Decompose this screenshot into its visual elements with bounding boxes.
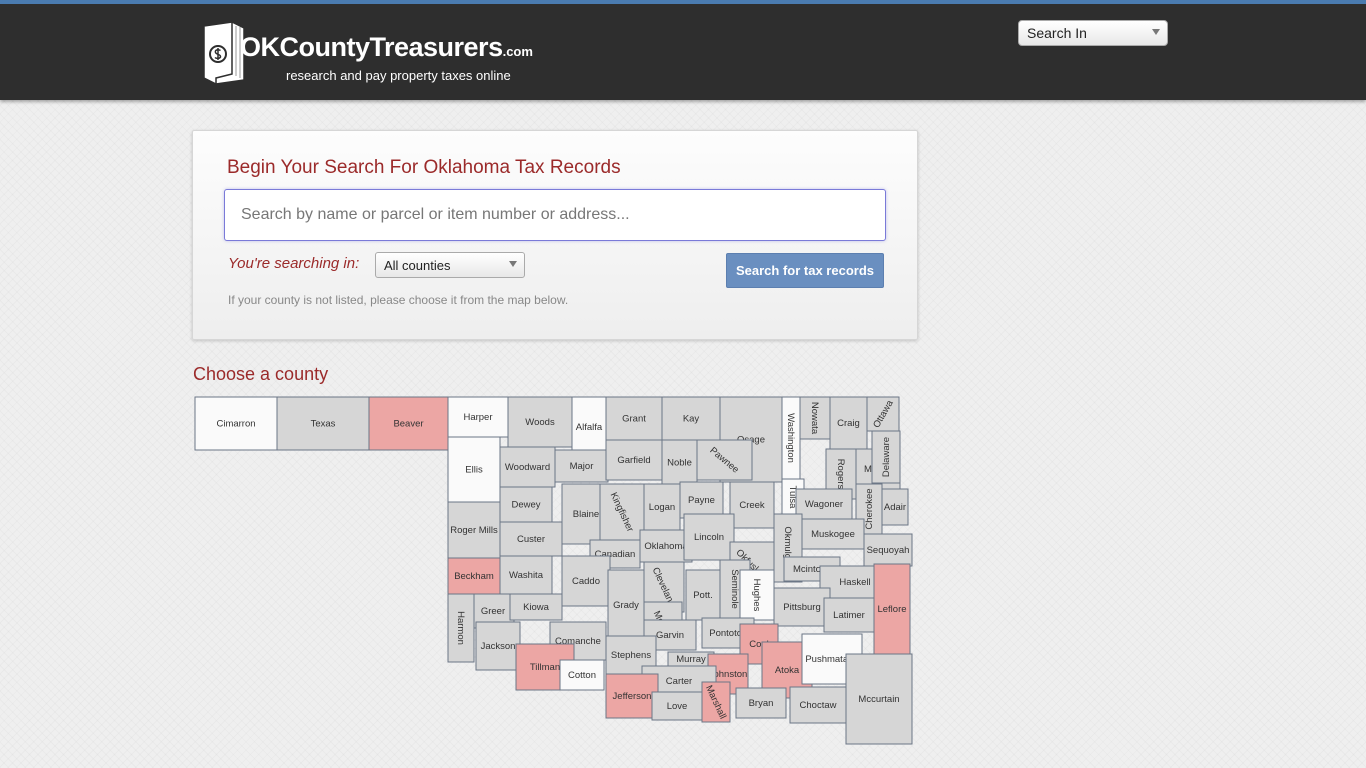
searching-in-label: You're searching in: (228, 255, 360, 272)
county-label: Seminole (729, 569, 740, 609)
county-label: Grant (622, 414, 646, 425)
county-label: Cotton (568, 670, 596, 681)
county-label: Caddo (572, 576, 600, 587)
county-label: Garvin (656, 630, 684, 641)
county-hint: If your county is not listed, please cho… (228, 293, 569, 307)
county-label: Kiowa (523, 602, 550, 613)
county-label: Leflore (877, 604, 906, 615)
caret-down-icon (1152, 29, 1160, 35)
county-label: Pott. (693, 590, 713, 601)
search-button[interactable]: Search for tax records (726, 253, 884, 288)
county-label: Latimer (833, 610, 865, 621)
county-map-svg: Cimarron Texas Beaver Harper Woods Alfalfa Gra… (194, 396, 913, 745)
county-label: Dewey (511, 500, 540, 511)
county-label: Washington (785, 413, 796, 463)
site-logo[interactable]: OKCountyTreasurers.com research and pay … (202, 16, 533, 88)
county-label: Beckham (454, 571, 494, 582)
oklahoma-county-map: Cimarron Texas Beaver Harper Woods Alfalfa Gra… (190, 392, 920, 757)
county-label: Haskell (839, 577, 870, 588)
county-label: Woods (525, 417, 555, 428)
county-label: Custer (517, 534, 545, 545)
county-label: Adair (884, 502, 906, 513)
county-label: Beaver (393, 419, 423, 430)
county-label: Logan (649, 502, 675, 513)
county-label: Alfalfa (576, 422, 603, 433)
county-label: Wagoner (805, 499, 843, 510)
county-label: Major (570, 461, 594, 472)
search-title: Begin Your Search For Oklahoma Tax Recor… (227, 157, 621, 178)
county-label: Choctaw (800, 700, 837, 711)
county-label: Lincoln (694, 532, 724, 543)
county-label: Rogers (835, 459, 846, 490)
county-label: Cherokee (864, 488, 875, 529)
county-label: Kay (683, 414, 700, 425)
caret-down-icon (509, 261, 517, 267)
search-in-dropdown[interactable]: Search In (1018, 20, 1168, 46)
county-label: Sequoyah (867, 545, 910, 556)
county-label: Ellis (465, 465, 483, 476)
county-label: Harmon (455, 611, 466, 645)
county-label: Garfield (617, 455, 650, 466)
county-label: Creek (739, 500, 765, 511)
search-input[interactable] (224, 189, 886, 241)
county-label: Jefferson (613, 691, 652, 702)
county-label: Blaine (573, 509, 599, 520)
county-label: Mccurtain (858, 694, 899, 705)
county-label: Muskogee (811, 529, 855, 540)
county-label: Greer (481, 606, 505, 617)
logo-tagline: research and pay property taxes online (286, 68, 511, 83)
county-label: Grady (613, 600, 639, 611)
county-label: Roger Mills (450, 525, 498, 536)
county-label: Jackson (481, 641, 516, 652)
county-label: Woodward (505, 462, 550, 473)
county-select[interactable]: All counties (375, 252, 525, 278)
county-label: Craig (837, 418, 860, 429)
county-label: Texas (311, 419, 336, 430)
search-panel: Begin Your Search For Oklahoma Tax Recor… (192, 130, 918, 340)
top-header: OKCountyTreasurers.com research and pay … (0, 0, 1366, 100)
county-label: Delaware (881, 437, 892, 477)
search-in-label: Search In (1027, 25, 1087, 41)
county-label: Cimarron (216, 419, 255, 430)
county-label: Stephens (611, 650, 651, 661)
county-label: Noble (667, 458, 692, 469)
county-label: Harper (463, 412, 492, 423)
county-select-value: All counties (384, 258, 451, 273)
logo-wordmark: OKCountyTreasurers.com (240, 32, 533, 62)
choose-county-title: Choose a county (193, 364, 329, 384)
county-label: Murray (676, 654, 706, 665)
county-label: Payne (688, 495, 715, 506)
county-label: Oklahoma (644, 541, 688, 552)
county-label: Tillman (530, 662, 560, 673)
county-label: Atoka (775, 665, 800, 676)
county-label: Washita (509, 570, 544, 581)
county-label: Carter (666, 676, 692, 687)
county-label: Bryan (749, 698, 774, 709)
county-label: Hughes (751, 579, 762, 612)
county-label: Love (667, 701, 688, 712)
county-label: Pittsburg (783, 602, 821, 613)
county-label: Nowata (809, 402, 820, 435)
